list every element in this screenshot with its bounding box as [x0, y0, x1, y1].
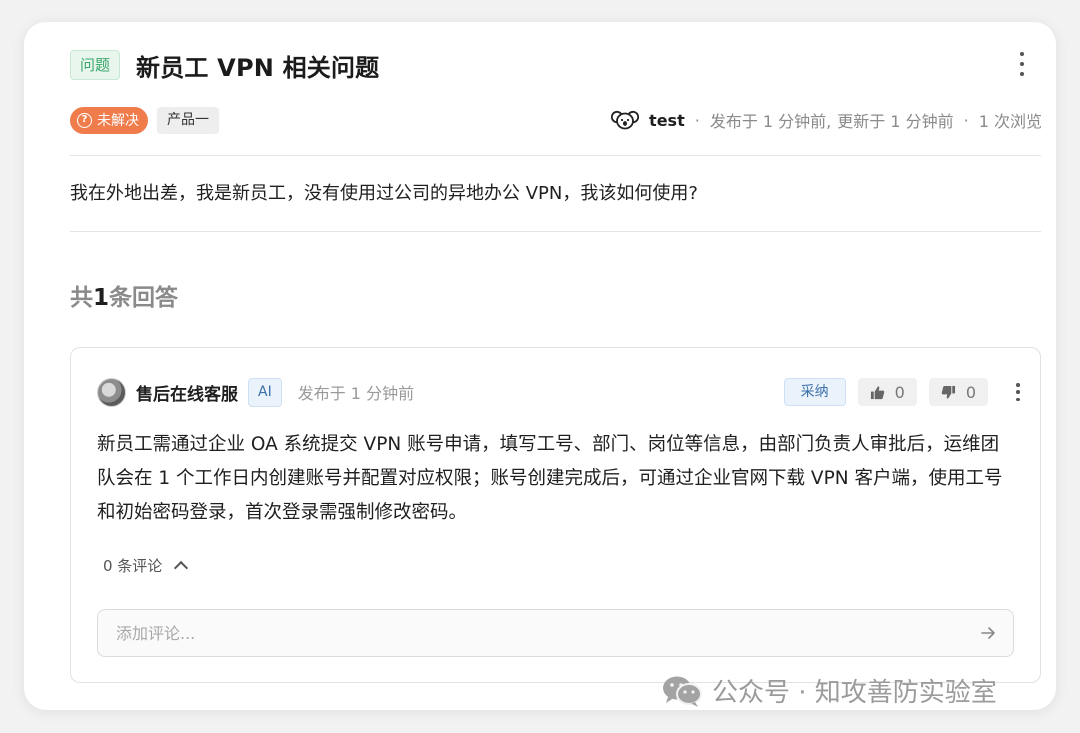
answer-count-number: 1: [93, 285, 110, 311]
view-count: 1 次浏览: [978, 112, 1042, 131]
question-card: 问题 新员工 VPN 相关问题 ? 未解决 产品一 test · 发布于 1 分…: [24, 22, 1056, 710]
wechat-icon: [663, 676, 702, 707]
comment-box: [97, 609, 1014, 657]
downvote-button[interactable]: 0: [928, 378, 988, 406]
answer-count-heading: 共1条回答: [70, 278, 178, 312]
page-title: 新员工 VPN 相关问题: [136, 53, 380, 82]
status-badge: ? 未解决: [70, 106, 148, 134]
divider: [70, 155, 1041, 156]
more-options-icon[interactable]: [1012, 52, 1032, 76]
avatar[interactable]: [97, 377, 126, 407]
comments-toggle[interactable]: 0 条评论: [103, 555, 189, 576]
thumbs-down-icon: [941, 385, 955, 399]
separator-dot: ·: [963, 110, 969, 130]
answer-actions: 采纳 0 0: [783, 378, 1022, 406]
updated-time: 更新于 1 分钟前: [837, 112, 954, 131]
koala-avatar-icon: [611, 110, 640, 130]
ai-badge: AI: [248, 377, 282, 407]
answer-count-prefix: 共: [70, 285, 93, 311]
thumbs-up-icon: [870, 385, 884, 399]
question-mark-icon: ?: [77, 112, 92, 128]
question-meta: ? 未解决 产品一 test · 发布于 1 分钟前, 更新于 1 分钟前 · …: [70, 106, 1042, 134]
accept-button[interactable]: 采纳: [783, 378, 846, 406]
answer-header: 售后在线客服 AI 发布于 1 分钟前 采纳 0 0: [97, 376, 1022, 408]
answer-author[interactable]: 售后在线客服: [136, 380, 238, 405]
watermark-text: 公众号 · 知攻善防实验室: [712, 678, 997, 708]
question-tag: 问题: [70, 50, 121, 80]
question-author[interactable]: test: [649, 111, 685, 130]
comments-count: 0 条评论: [103, 557, 163, 575]
published-time: 发布于 1 分钟前,: [709, 112, 832, 131]
upvote-count: 0: [894, 382, 905, 402]
comment-input[interactable]: [116, 623, 979, 643]
separator-dot: ·: [694, 110, 700, 130]
upvote-button[interactable]: 0: [857, 378, 917, 406]
answer-more-icon[interactable]: [1014, 383, 1022, 401]
title-row: 问题 新员工 VPN 相关问题: [70, 48, 1030, 82]
status-label: 未解决: [97, 113, 139, 129]
downvote-count: 0: [965, 382, 976, 402]
answer-item: 售后在线客服 AI 发布于 1 分钟前 采纳 0 0 新员工需通过企业 OA 系…: [70, 347, 1041, 683]
product-tag[interactable]: 产品一: [157, 106, 219, 134]
divider: [70, 231, 1041, 232]
arrow-right-icon[interactable]: [979, 624, 997, 642]
question-body: 我在外地出差，我是新员工，没有使用过公司的异地办公 VPN，我该如何使用?: [70, 183, 698, 204]
answer-count-suffix: 条回答: [109, 285, 179, 311]
chevron-up-icon: [174, 560, 189, 576]
watermark: 公众号 · 知攻善防实验室: [660, 672, 997, 709]
answer-time: 发布于 1 分钟前: [297, 384, 415, 403]
answer-body: 新员工需通过企业 OA 系统提交 VPN 账号申请，填写工号、部门、岗位等信息，…: [97, 434, 1003, 523]
meta-info: test · 发布于 1 分钟前, 更新于 1 分钟前 · 1 次浏览: [611, 108, 1042, 132]
